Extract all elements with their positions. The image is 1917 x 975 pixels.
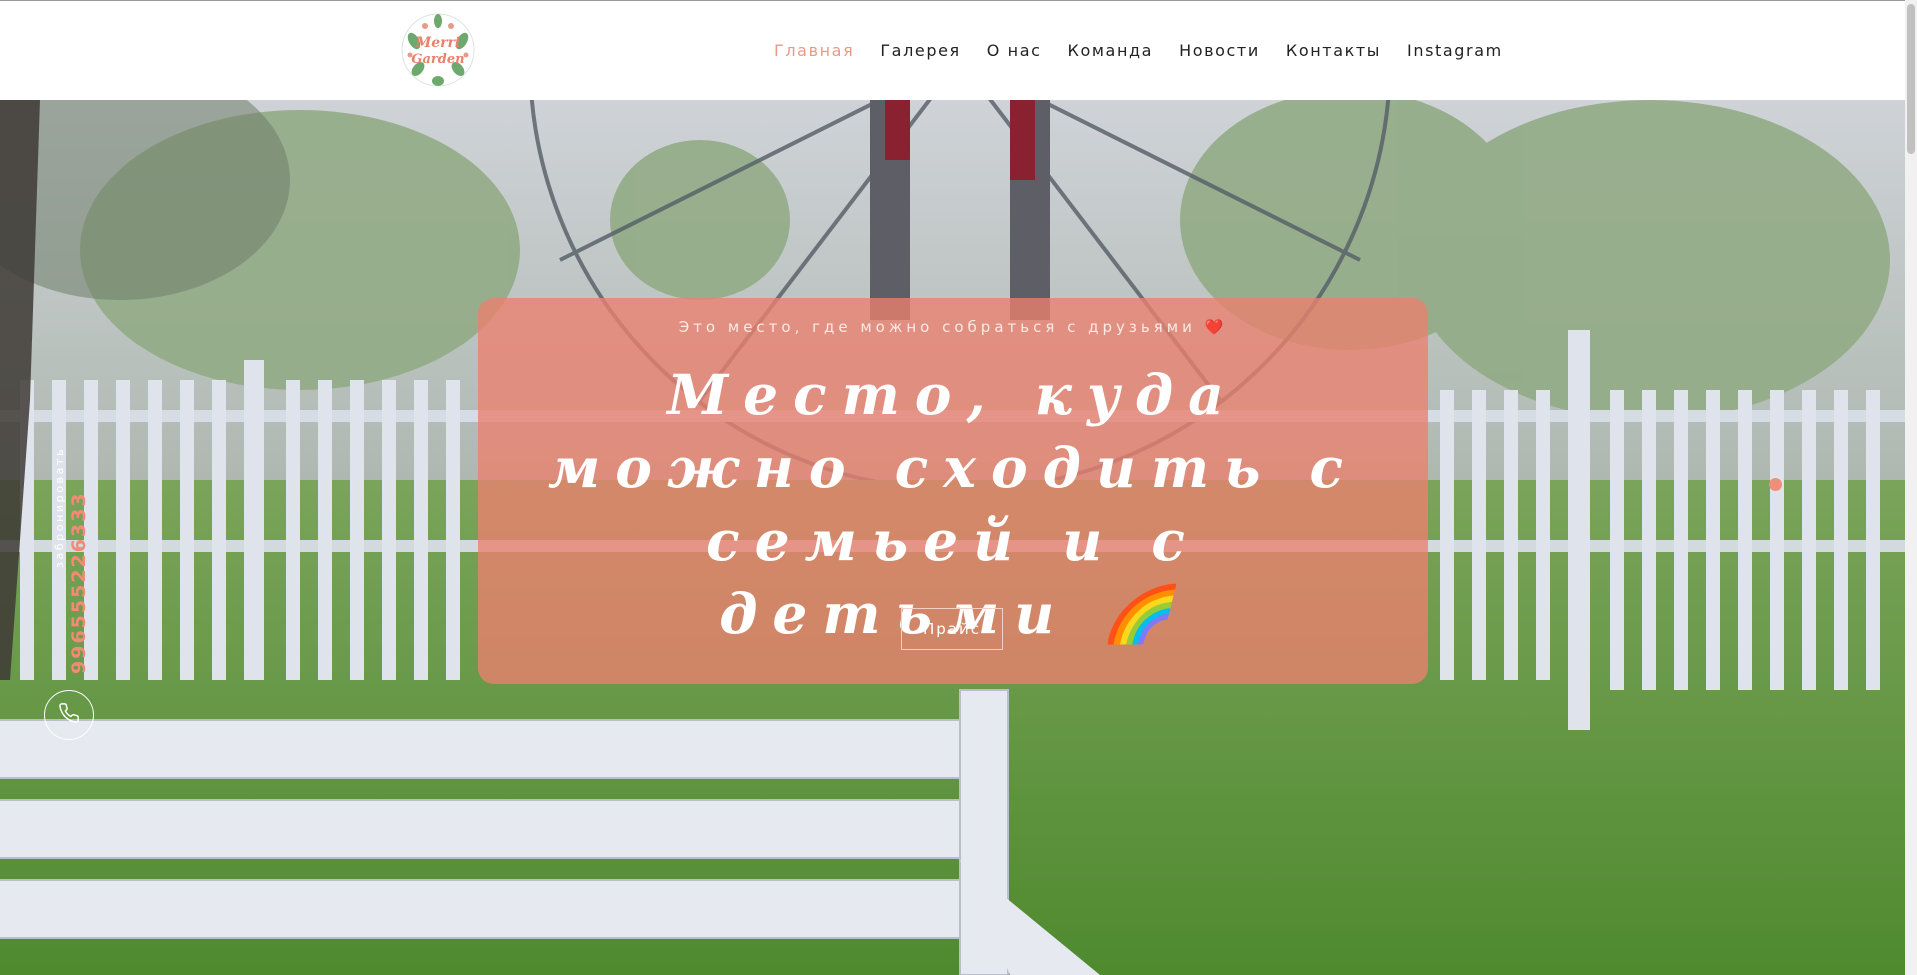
booking-label-text: забронировать bbox=[53, 446, 66, 568]
booking-label: забронировать bbox=[48, 447, 67, 568]
hero-card: Это место, где можно собраться с друзьям… bbox=[478, 298, 1428, 684]
slider-indicator-dot[interactable] bbox=[1769, 478, 1782, 491]
page-scrollbar[interactable] bbox=[1905, 0, 1917, 975]
hero-subtitle: Это место, где можно собраться с друзьям… bbox=[678, 318, 1228, 336]
phone-icon bbox=[58, 702, 80, 728]
booking-phone-number[interactable]: 996555226333 bbox=[68, 491, 90, 674]
svg-text:Garden: Garden bbox=[411, 52, 464, 67]
nav-item-home[interactable]: Главная bbox=[774, 41, 854, 60]
nav-item-team[interactable]: Команда bbox=[1068, 41, 1154, 60]
scrollbar-thumb[interactable] bbox=[1907, 4, 1915, 154]
nav-item-about[interactable]: О нас bbox=[987, 41, 1042, 60]
price-button[interactable]: Прайс bbox=[901, 608, 1003, 650]
merri-garden-logo[interactable]: Merri Garden bbox=[398, 11, 478, 89]
nav-item-contacts[interactable]: Контакты bbox=[1286, 41, 1381, 60]
header: Merri Garden Главная Галерея О нас Коман… bbox=[0, 0, 1905, 101]
svg-text:Merri: Merri bbox=[415, 35, 460, 51]
nav-item-news[interactable]: Новости bbox=[1179, 41, 1260, 60]
phone-call-button[interactable] bbox=[44, 690, 94, 740]
nav-item-gallery[interactable]: Галерея bbox=[880, 41, 960, 60]
hero-banner: Это место, где можно собраться с друзьям… bbox=[0, 100, 1905, 975]
hero-title: Место, куда можно сходить с семьей и с д… bbox=[547, 362, 1359, 646]
nav-item-instagram[interactable]: Instagram bbox=[1407, 41, 1503, 60]
main-nav: Главная Галерея О нас Команда Новости Ко… bbox=[774, 41, 1529, 60]
